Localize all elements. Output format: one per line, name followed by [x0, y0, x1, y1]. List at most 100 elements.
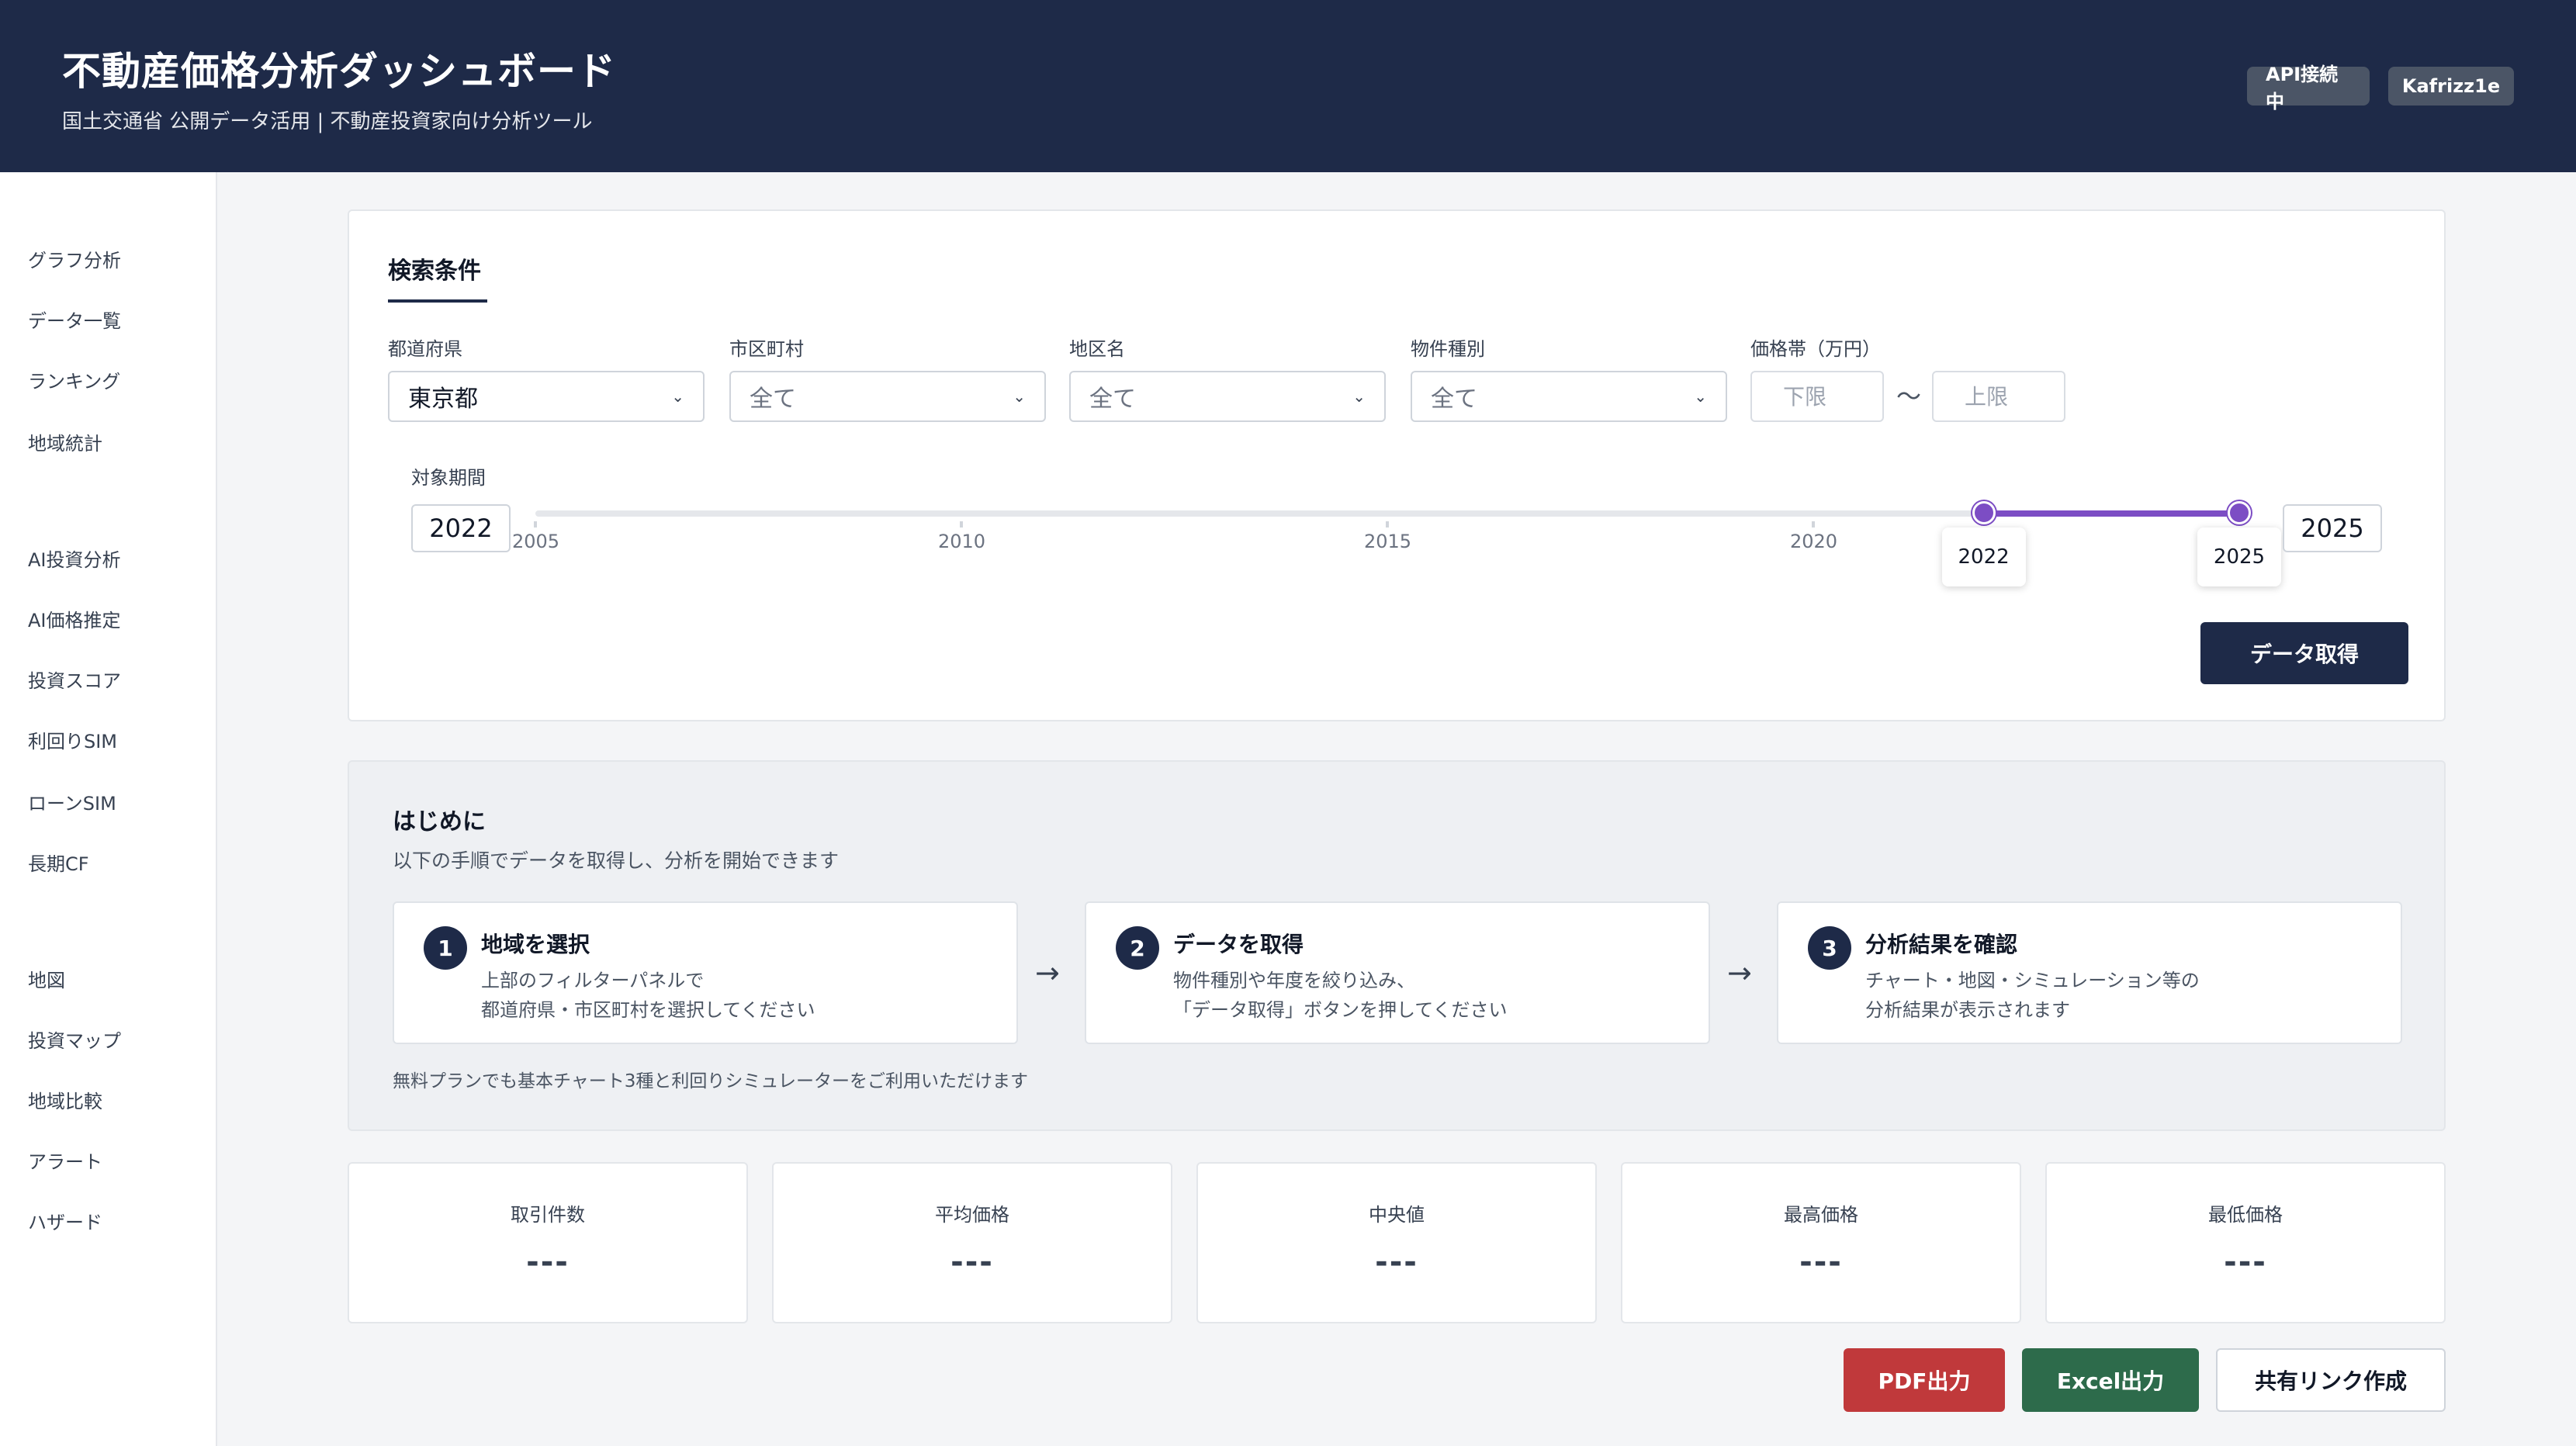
step-text: チャート・地図・シミュレーション等の	[1865, 970, 2200, 991]
period-end-box[interactable]: 2025	[2283, 504, 2382, 552]
step-title: 地域を選択	[481, 932, 590, 957]
share-link-button[interactable]: 共有リンク作成	[2216, 1348, 2446, 1412]
arrow-right-icon: →	[1727, 956, 1752, 990]
arrow-right-icon: →	[1035, 956, 1060, 990]
district-label: 地区名	[1069, 338, 1125, 360]
step-text: 物件種別や年度を絞り込み、	[1173, 970, 1415, 991]
sidebar: グラフ分析 データ一覧 ランキング 地域統計 AI投資分析 AI価格推定 投資ス…	[0, 172, 217, 1446]
search-panel: 検索条件 都道府県 東京都 ⌄ 市区町村 全て ⌄ 地区名 全て ⌄ 物件種別 …	[348, 209, 2446, 721]
step-number-badge: 2	[1116, 926, 1159, 970]
district-select[interactable]: 全て ⌄	[1069, 371, 1386, 422]
city-select[interactable]: 全て ⌄	[729, 371, 1046, 422]
intro-title: はじめに	[393, 808, 486, 835]
step-text: 分析結果が表示されます	[1865, 999, 2070, 1021]
pdf-export-button[interactable]: PDF出力	[1844, 1348, 2005, 1412]
sidebar-item-ranking[interactable]: ランキング	[28, 366, 120, 393]
period-start-box[interactable]: 2022	[411, 504, 511, 552]
app-header: 不動産価格分析ダッシュボード 国土交通省 公開データ活用 | 不動産投資家向け分…	[0, 0, 2576, 172]
sidebar-item-ai-investment[interactable]: AI投資分析	[28, 545, 121, 572]
price-range-separator: 〜	[1896, 382, 1922, 411]
sidebar-item-loan-sim[interactable]: ローンSIM	[28, 788, 116, 815]
sidebar-item-region-compare[interactable]: 地域比較	[28, 1086, 102, 1113]
price-max-input[interactable]	[1932, 371, 2065, 422]
period-end-handle[interactable]	[2228, 501, 2251, 524]
sidebar-item-graph-analysis[interactable]: グラフ分析	[28, 245, 121, 272]
page-title: 不動産価格分析ダッシュボード	[62, 49, 616, 94]
prefecture-select[interactable]: 東京都 ⌄	[388, 371, 705, 422]
stat-value: ---	[2224, 1244, 2267, 1280]
step-number-badge: 3	[1808, 926, 1851, 970]
slider-tick	[960, 521, 963, 528]
chevron-down-icon: ⌄	[1013, 387, 1026, 406]
sidebar-item-investment-map[interactable]: 投資マップ	[28, 1026, 121, 1053]
fetch-data-button[interactable]: データ取得	[2200, 622, 2408, 684]
stat-value: ---	[526, 1244, 570, 1280]
stat-value: ---	[1799, 1244, 1843, 1280]
property-type-select[interactable]: 全て ⌄	[1411, 371, 1727, 422]
slider-tick	[1812, 521, 1815, 528]
period-slider-range	[1983, 510, 2239, 517]
stat-card-min-price: 最低価格 ---	[2045, 1162, 2446, 1323]
sidebar-item-map[interactable]: 地図	[28, 965, 65, 992]
stat-card-average-price: 平均価格 ---	[772, 1162, 1172, 1323]
user-badge[interactable]: Kafrizz1e	[2388, 67, 2514, 106]
district-value: 全て	[1089, 386, 1136, 413]
stat-card-max-price: 最高価格 ---	[1621, 1162, 2021, 1323]
slider-tick-label: 2005	[512, 531, 560, 552]
search-panel-title: 検索条件	[388, 258, 481, 285]
slider-tick-label: 2010	[938, 531, 986, 552]
chevron-down-icon: ⌄	[1352, 387, 1366, 406]
page-subtitle: 国土交通省 公開データ活用 | 不動産投資家向け分析ツール	[62, 110, 593, 133]
sidebar-item-investment-score[interactable]: 投資スコア	[28, 666, 121, 693]
period-label: 対象期間	[411, 467, 486, 489]
search-title-underline	[388, 299, 487, 303]
sidebar-item-yield-sim[interactable]: 利回りSIM	[28, 726, 117, 753]
property-type-value: 全て	[1431, 386, 1477, 413]
step-text: 都道府県・市区町村を選択してください	[481, 999, 815, 1021]
step-text: 上部のフィルターパネルで	[481, 970, 705, 991]
sidebar-item-alerts[interactable]: アラート	[28, 1147, 102, 1174]
intro-description: 以下の手順でデータを取得し、分析を開始できます	[393, 849, 840, 872]
chevron-down-icon: ⌄	[671, 387, 684, 406]
stat-value: ---	[1375, 1244, 1418, 1280]
stat-label: 中央値	[1369, 1204, 1425, 1226]
price-range-label: 価格帯（万円）	[1750, 338, 1881, 360]
period-start-handle[interactable]	[1972, 501, 1996, 524]
stat-card-median: 中央値 ---	[1196, 1162, 1597, 1323]
slider-tick-label: 2015	[1364, 531, 1412, 552]
slider-tick	[1386, 521, 1389, 528]
sidebar-item-ai-price-estimate[interactable]: AI価格推定	[28, 605, 121, 632]
slider-tick-label: 2020	[1790, 531, 1838, 552]
city-value: 全て	[750, 386, 796, 413]
prefecture-label: 都道府県	[388, 338, 462, 360]
stat-label: 取引件数	[511, 1204, 585, 1226]
stat-label: 最低価格	[2208, 1204, 2283, 1226]
chevron-down-icon: ⌄	[1694, 387, 1707, 406]
sidebar-item-regional-stats[interactable]: 地域統計	[28, 428, 102, 455]
step-card-fetch-data: 2 データを取得 物件種別や年度を絞り込み、 「データ取得」ボタンを押してくださ…	[1085, 901, 1710, 1044]
sidebar-item-long-term-cf[interactable]: 長期CF	[28, 849, 89, 876]
step-title: データを取得	[1173, 932, 1304, 957]
stat-value: ---	[950, 1244, 994, 1280]
slider-tick	[534, 521, 537, 528]
price-min-input[interactable]	[1750, 371, 1884, 422]
step-card-view-results: 3 分析結果を確認 チャート・地図・シミュレーション等の 分析結果が表示されます	[1777, 901, 2402, 1044]
property-type-label: 物件種別	[1411, 338, 1485, 360]
sidebar-item-data-list[interactable]: データ一覧	[28, 306, 121, 333]
intro-panel: はじめに 以下の手順でデータを取得し、分析を開始できます 1 地域を選択 上部の…	[348, 760, 2446, 1131]
period-start-tooltip: 2022	[1941, 528, 2026, 586]
step-title: 分析結果を確認	[1865, 932, 2018, 957]
city-label: 市区町村	[729, 338, 804, 360]
stat-label: 平均価格	[935, 1204, 1009, 1226]
prefecture-value: 東京都	[408, 386, 478, 413]
api-status-badge: API接続中	[2247, 64, 2370, 112]
step-text: 「データ取得」ボタンを押してください	[1173, 999, 1508, 1021]
period-end-tooltip: 2025	[2197, 528, 2281, 586]
excel-export-button[interactable]: Excel出力	[2022, 1348, 2199, 1412]
step-number-badge: 1	[424, 926, 467, 970]
stat-card-transactions: 取引件数 ---	[348, 1162, 748, 1323]
stat-label: 最高価格	[1784, 1204, 1858, 1226]
step-card-select-region: 1 地域を選択 上部のフィルターパネルで 都道府県・市区町村を選択してください	[393, 901, 1018, 1044]
free-plan-note: 無料プランでも基本チャート3種と利回りシミュレーターをご利用いただけます	[393, 1071, 1028, 1091]
sidebar-item-hazard[interactable]: ハザード	[28, 1207, 102, 1234]
